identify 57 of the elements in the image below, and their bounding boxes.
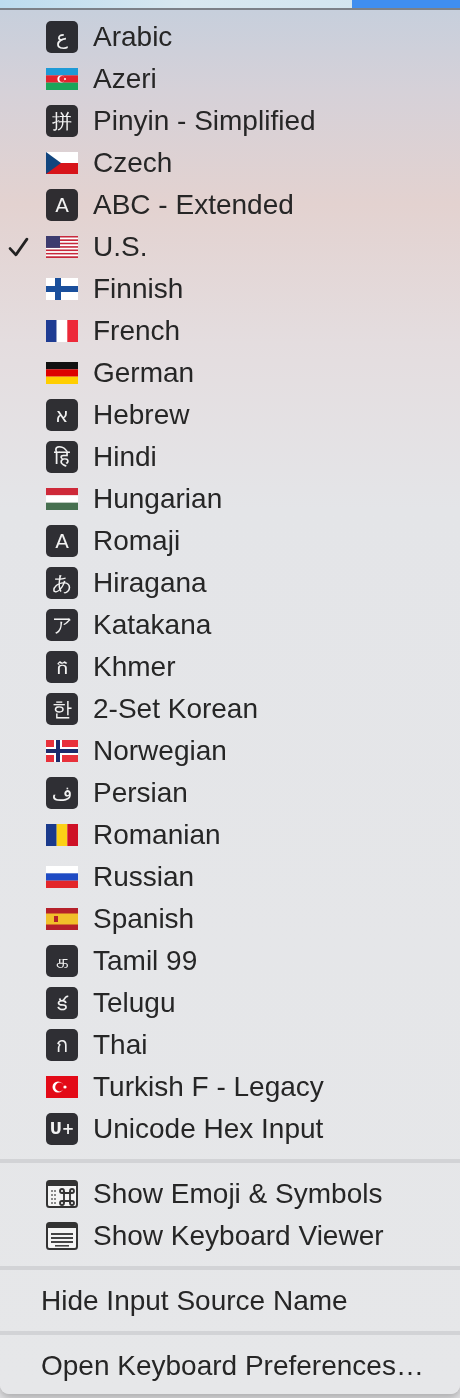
emoji-viewer-icon bbox=[46, 1180, 78, 1208]
keyboard-layout-icon: ア bbox=[46, 609, 78, 641]
menu-item[interactable]: 拼 Pinyin - Simplified bbox=[0, 100, 460, 142]
menu-item[interactable]: Romanian bbox=[0, 814, 460, 856]
menu-item[interactable]: Hide Input Source Name bbox=[0, 1280, 460, 1322]
keyboard-layout-icon: हि bbox=[46, 441, 78, 473]
menu-item[interactable]: Czech bbox=[0, 142, 460, 184]
keyboard-layout-icon: あ bbox=[46, 567, 78, 599]
menu-item[interactable]: Russian bbox=[0, 856, 460, 898]
flag-icon bbox=[46, 362, 78, 384]
menu-item[interactable]: A ABC - Extended bbox=[0, 184, 460, 226]
flag-icon bbox=[46, 68, 78, 90]
flag-icon bbox=[46, 1076, 78, 1098]
flag-icon bbox=[46, 320, 78, 342]
keyboard-layout-icon: 한 bbox=[46, 693, 78, 725]
flag-icon bbox=[46, 488, 78, 510]
menu-item[interactable]: Show Keyboard Viewer bbox=[0, 1215, 460, 1257]
keyboard-viewer-icon bbox=[46, 1222, 78, 1250]
menu-item[interactable]: Turkish F - Legacy bbox=[0, 1066, 460, 1108]
menu-item[interactable]: A Romaji bbox=[0, 520, 460, 562]
menu-item[interactable]: ก Thai bbox=[0, 1024, 460, 1066]
menu-item[interactable]: ア Katakana bbox=[0, 604, 460, 646]
menu-item[interactable]: Spanish bbox=[0, 898, 460, 940]
menu-item[interactable]: Hungarian bbox=[0, 478, 460, 520]
menu-item[interactable]: あ Hiragana bbox=[0, 562, 460, 604]
flag-icon bbox=[46, 236, 78, 258]
menu-item[interactable]: Finnish bbox=[0, 268, 460, 310]
menu-item[interactable]: க Tamil 99 bbox=[0, 940, 460, 982]
keyboard-layout-icon: க bbox=[46, 945, 78, 977]
menu-item[interactable]: French bbox=[0, 310, 460, 352]
keyboard-layout-icon: 拼 bbox=[46, 105, 78, 137]
keyboard-layout-icon: ก bbox=[46, 1029, 78, 1061]
flag-icon bbox=[46, 866, 78, 888]
keyboard-layout-icon: క bbox=[46, 987, 78, 1019]
menu-item[interactable]: Show Emoji & Symbols bbox=[0, 1173, 460, 1215]
flag-icon bbox=[46, 824, 78, 846]
keyboard-layout-icon: א bbox=[46, 399, 78, 431]
keyboard-layout-icon: ع bbox=[46, 21, 78, 53]
menu-item[interactable]: Open Keyboard Preferences… bbox=[0, 1345, 460, 1387]
keyboard-layout-icon: A bbox=[46, 189, 78, 221]
menu-item[interactable]: Norwegian bbox=[0, 730, 460, 772]
keyboard-layout-icon: ف bbox=[46, 777, 78, 809]
keyboard-layout-icon: U+ bbox=[46, 1113, 78, 1145]
menu-item[interactable]: German bbox=[0, 352, 460, 394]
menu-item[interactable]: క Telugu bbox=[0, 982, 460, 1024]
flag-icon bbox=[46, 740, 78, 762]
menu-item[interactable]: U.S. bbox=[0, 226, 460, 268]
menu-item[interactable]: 한 2-Set Korean bbox=[0, 688, 460, 730]
menu-item[interactable]: U+ Unicode Hex Input bbox=[0, 1108, 460, 1150]
flag-icon bbox=[46, 908, 78, 930]
menu-item[interactable]: हि Hindi bbox=[0, 436, 460, 478]
keyboard-layout-icon: A bbox=[46, 525, 78, 557]
menu-item[interactable]: ក Khmer bbox=[0, 646, 460, 688]
keyboard-layout-icon: ក bbox=[46, 651, 78, 683]
menu-item[interactable]: Azeri bbox=[0, 58, 460, 100]
flag-icon bbox=[46, 278, 78, 300]
flag-icon bbox=[46, 152, 78, 174]
